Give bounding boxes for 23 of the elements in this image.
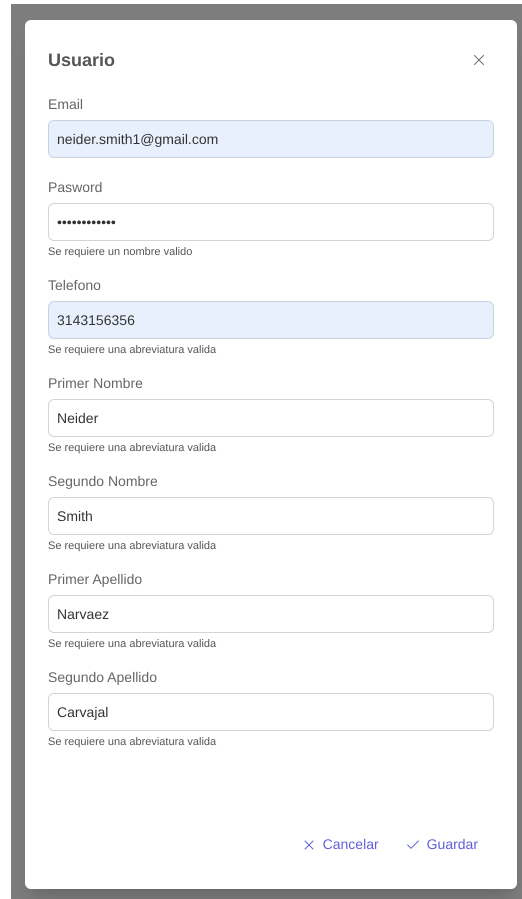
input-field[interactable]: Carvajal — [48, 693, 494, 731]
field-label: Telefono — [48, 276, 102, 295]
helper-text: Se requiere una abreviatura valida — [48, 539, 218, 554]
input-field[interactable]: Smith — [48, 497, 494, 535]
input-field[interactable]: Narvaez — [48, 595, 494, 633]
field-label: Pasword — [48, 178, 104, 197]
field-label: Segundo Nombre — [48, 472, 159, 491]
helper-text: Se requiere una abreviatura valida — [48, 441, 218, 456]
field-label: Primer Nombre — [48, 374, 144, 393]
helper-text: Se requiere una abreviatura valida — [48, 637, 218, 652]
cancel-button[interactable]: Cancelar — [292, 830, 387, 859]
save-button[interactable]: Guardar — [396, 830, 486, 859]
input-field[interactable]: 3143156356 — [48, 301, 494, 339]
input-field[interactable]: neider.smith1@gmail.com — [48, 120, 494, 158]
helper-text: Se requiere una abreviatura valida — [48, 343, 218, 358]
field-label: Segundo Apellido — [48, 668, 158, 687]
input-field[interactable]: Neider — [48, 399, 494, 437]
helper-text: Se requiere un nombre valido — [48, 245, 194, 260]
dialog-title: Usuario — [48, 48, 116, 72]
input-field[interactable]: •••••••••••• — [48, 203, 494, 241]
field-label: Email — [48, 95, 84, 114]
field-label: Primer Apellido — [48, 570, 144, 589]
helper-text: Se requiere una abreviatura valida — [48, 735, 218, 750]
